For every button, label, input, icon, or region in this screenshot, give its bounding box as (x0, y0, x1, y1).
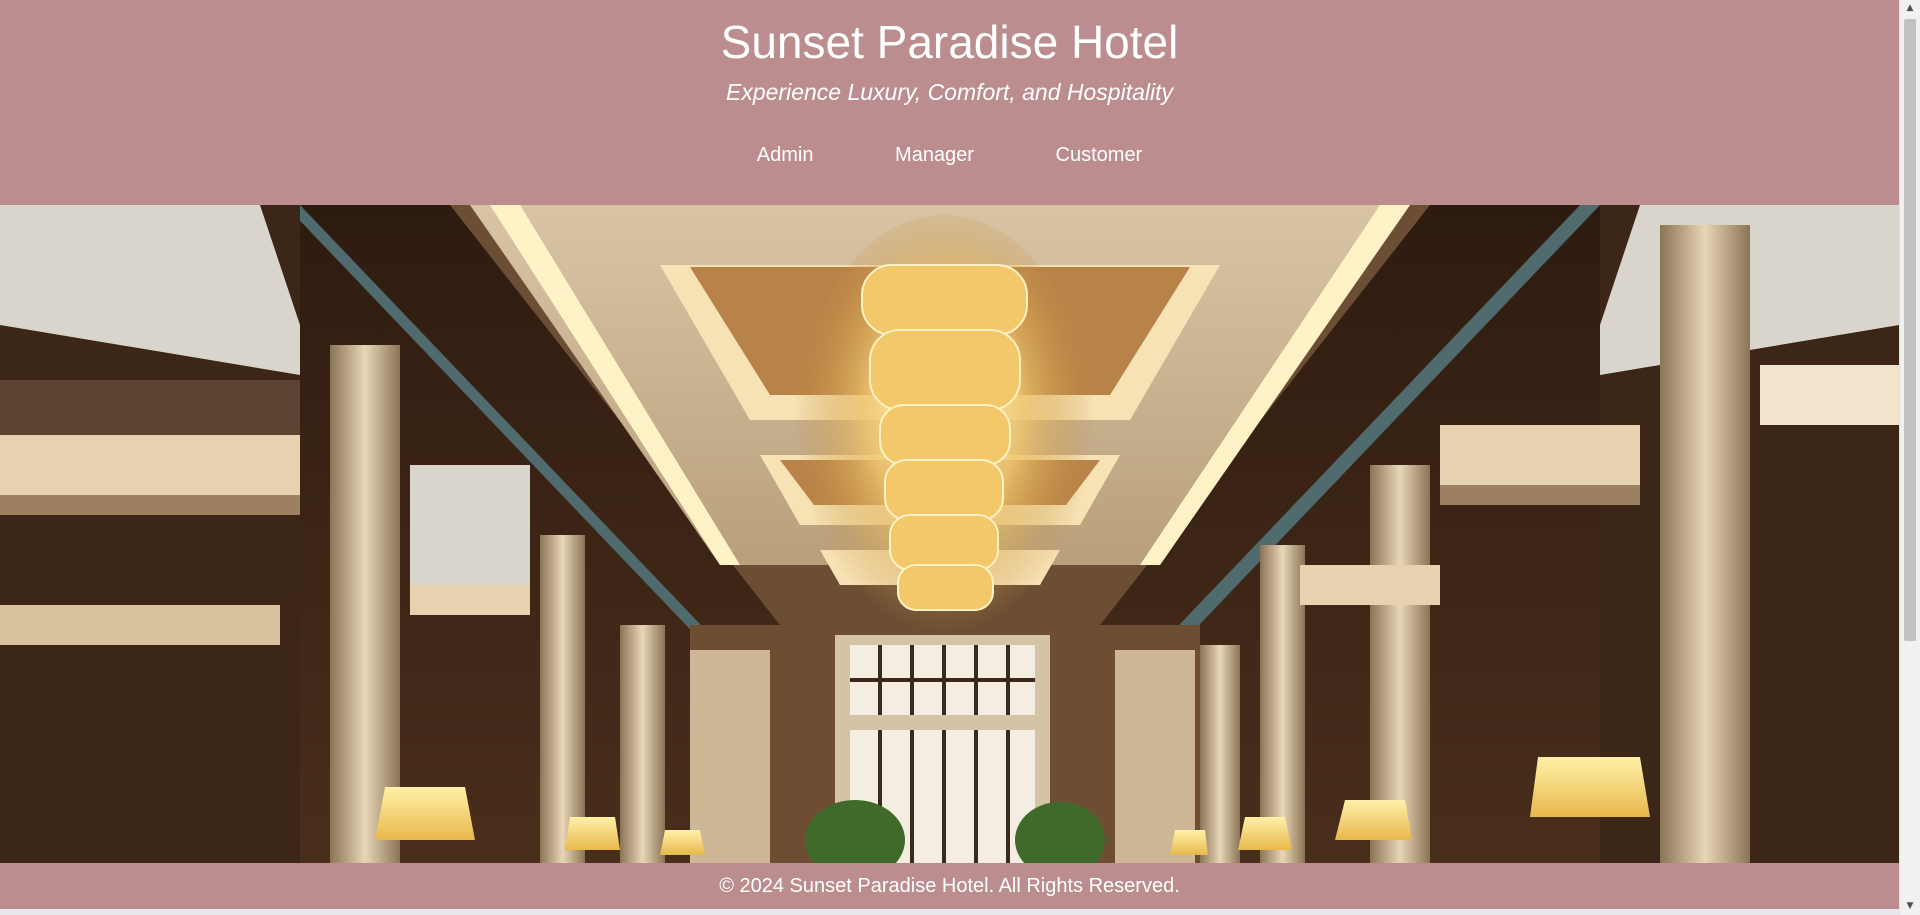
main-nav: Admin Manager Customer (0, 140, 1899, 170)
page: Sunset Paradise Hotel Experience Luxury,… (0, 0, 1899, 915)
site-header: Sunset Paradise Hotel Experience Luxury,… (0, 0, 1899, 205)
nav-link-customer[interactable]: Customer (1056, 140, 1143, 170)
copyright-text: © 2024 Sunset Paradise Hotel. All Rights… (719, 875, 1180, 897)
scrollbar-thumb[interactable] (1904, 19, 1916, 641)
hotel-lobby-image (0, 205, 1899, 863)
arrow-down-icon[interactable]: ▼ (1900, 898, 1920, 915)
nav-link-admin[interactable]: Admin (757, 140, 814, 170)
site-tagline: Experience Luxury, Comfort, and Hospital… (726, 79, 1173, 105)
site-title: Sunset Paradise Hotel (720, 16, 1179, 68)
arrow-up-icon[interactable]: ▲ (1900, 0, 1920, 17)
nav-link-manager[interactable]: Manager (895, 140, 974, 170)
site-footer: © 2024 Sunset Paradise Hotel. All Rights… (0, 863, 1899, 909)
vertical-scrollbar[interactable]: ▲ ▼ (1899, 0, 1920, 915)
